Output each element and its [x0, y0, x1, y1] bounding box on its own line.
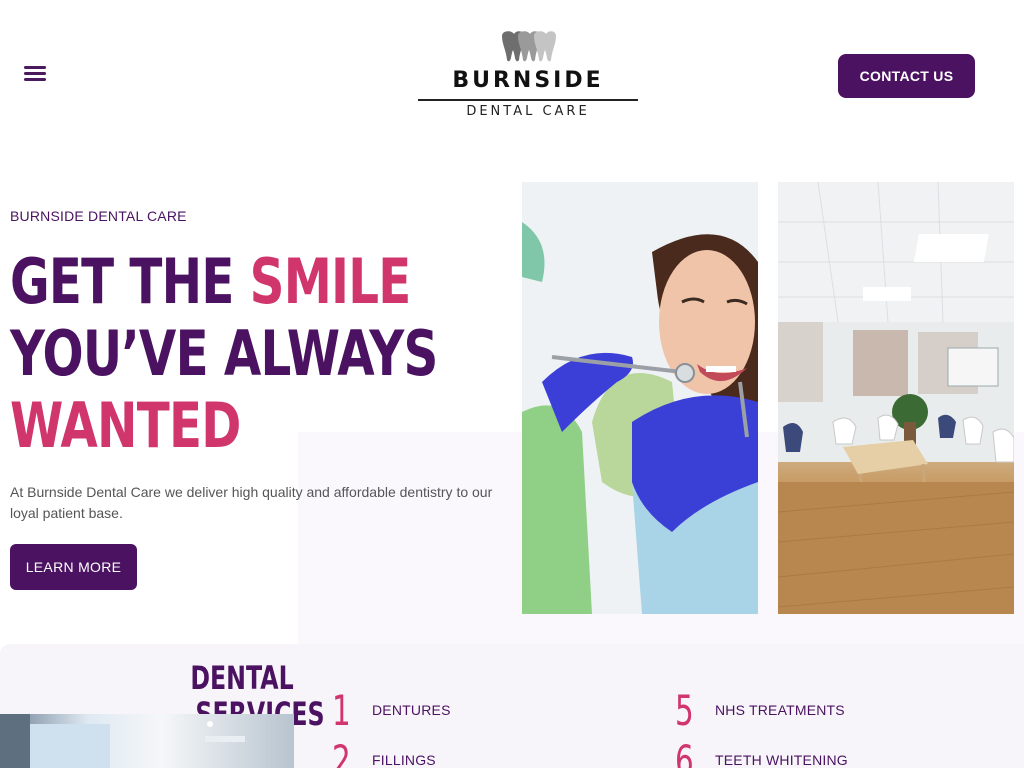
headline-line-1: GET THE SMILE: [10, 246, 438, 318]
headline-part-1: GET THE: [10, 245, 250, 318]
logo-sub-text: DENTAL CARE: [466, 104, 590, 119]
waiting-room-illustration: [778, 182, 1014, 614]
headline-line-2: YOU’VE ALWAYS: [10, 317, 438, 390]
service-item[interactable]: 5 NHS TREATMENTS: [675, 686, 975, 735]
dentist-patient-illustration: [522, 182, 758, 614]
logo-brand-text: BURNSIDE: [452, 68, 604, 93]
waiting-room-photo: [778, 182, 1014, 614]
service-item[interactable]: 1 DENTURES: [332, 686, 632, 735]
dentist-patient-photo: [522, 182, 758, 614]
service-label: DENTURES: [372, 702, 451, 718]
site-logo[interactable]: BURNSIDE DENTAL CARE: [418, 28, 638, 128]
service-label: FILLINGS: [372, 752, 436, 768]
hero-eyebrow: BURNSIDE DENTAL CARE: [10, 208, 187, 224]
site-header: BURNSIDE DENTAL CARE CONTACT US: [0, 0, 1024, 150]
hamburger-menu-icon[interactable]: [24, 66, 48, 86]
service-item[interactable]: 6 TEETH WHITENING: [675, 740, 975, 768]
teeth-logo-icon: [502, 31, 556, 62]
hero-headline: GET THE SMILE YOU’VE ALWAYS WANTED: [10, 246, 438, 462]
headline-line-3: WANTED: [10, 389, 241, 462]
headline-highlight-smile: SMILE: [249, 245, 412, 318]
service-label: NHS TREATMENTS: [715, 702, 845, 718]
learn-more-button[interactable]: LEARN MORE: [10, 544, 137, 590]
clinic-interior-illustration: [0, 714, 245, 768]
service-number: 6: [675, 736, 694, 768]
service-number: 1: [332, 686, 351, 735]
logo-divider: [418, 99, 638, 101]
services-title-line-1: DENTAL: [190, 659, 294, 697]
service-number: 2: [332, 736, 351, 768]
contact-us-button[interactable]: CONTACT US: [838, 54, 975, 98]
service-label: TEETH WHITENING: [715, 752, 848, 768]
service-number: 5: [675, 686, 694, 735]
service-item[interactable]: 2 FILLINGS: [332, 740, 632, 768]
clinic-interior-photo: [0, 714, 294, 768]
hero-intro-text: At Burnside Dental Care we deliver high …: [10, 484, 493, 521]
